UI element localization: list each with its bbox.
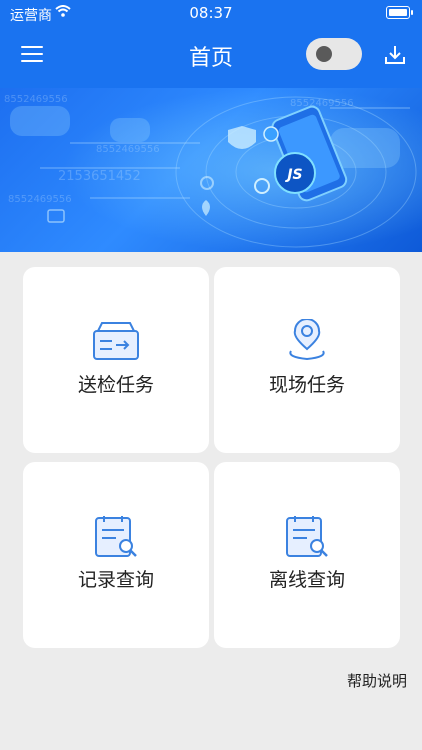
- toggle-knob: [316, 46, 332, 62]
- status-time: 08:37: [189, 4, 233, 22]
- record-search-icon: [95, 516, 137, 557]
- card-label: 记录查询: [77, 569, 154, 591]
- offline-search-icon: [286, 516, 328, 557]
- location-pin-icon: [289, 319, 325, 361]
- mode-toggle[interactable]: [306, 38, 362, 70]
- status-bar: 运营商 08:37: [0, 0, 422, 28]
- shield-icon: [228, 126, 256, 149]
- download-button[interactable]: [383, 43, 407, 67]
- banner-number: 8552469556: [290, 98, 354, 109]
- hero-banner: 8552469556 8552469556 2153651452 8552469…: [0, 88, 422, 252]
- download-icon: [385, 46, 405, 64]
- card-record-query[interactable]: 记录查询: [23, 462, 209, 648]
- help-link[interactable]: 帮助说明: [347, 670, 407, 691]
- logo-text: JS: [284, 167, 302, 183]
- card-label: 送检任务: [77, 374, 154, 396]
- banner-illustration: 8552469556 8552469556 2153651452 8552469…: [0, 88, 422, 252]
- card-label: 离线查询: [268, 569, 345, 591]
- card-label: 现场任务: [268, 374, 345, 396]
- banner-number: 8552469556: [4, 94, 68, 105]
- banner-number: 2153651452: [58, 169, 141, 184]
- card-offline-query[interactable]: 离线查询: [214, 462, 400, 648]
- banner-number: 8552469556: [96, 144, 160, 155]
- nav-bar: 首页: [0, 28, 422, 84]
- battery-icon: [386, 6, 413, 19]
- card-inspection-task[interactable]: 送检任务: [23, 267, 209, 453]
- card-field-task[interactable]: 现场任务: [214, 267, 400, 453]
- banner-number: 8552469556: [8, 194, 72, 205]
- inspection-box-icon: [93, 322, 139, 360]
- top-bar: 运营商 08:37 首页: [0, 0, 422, 88]
